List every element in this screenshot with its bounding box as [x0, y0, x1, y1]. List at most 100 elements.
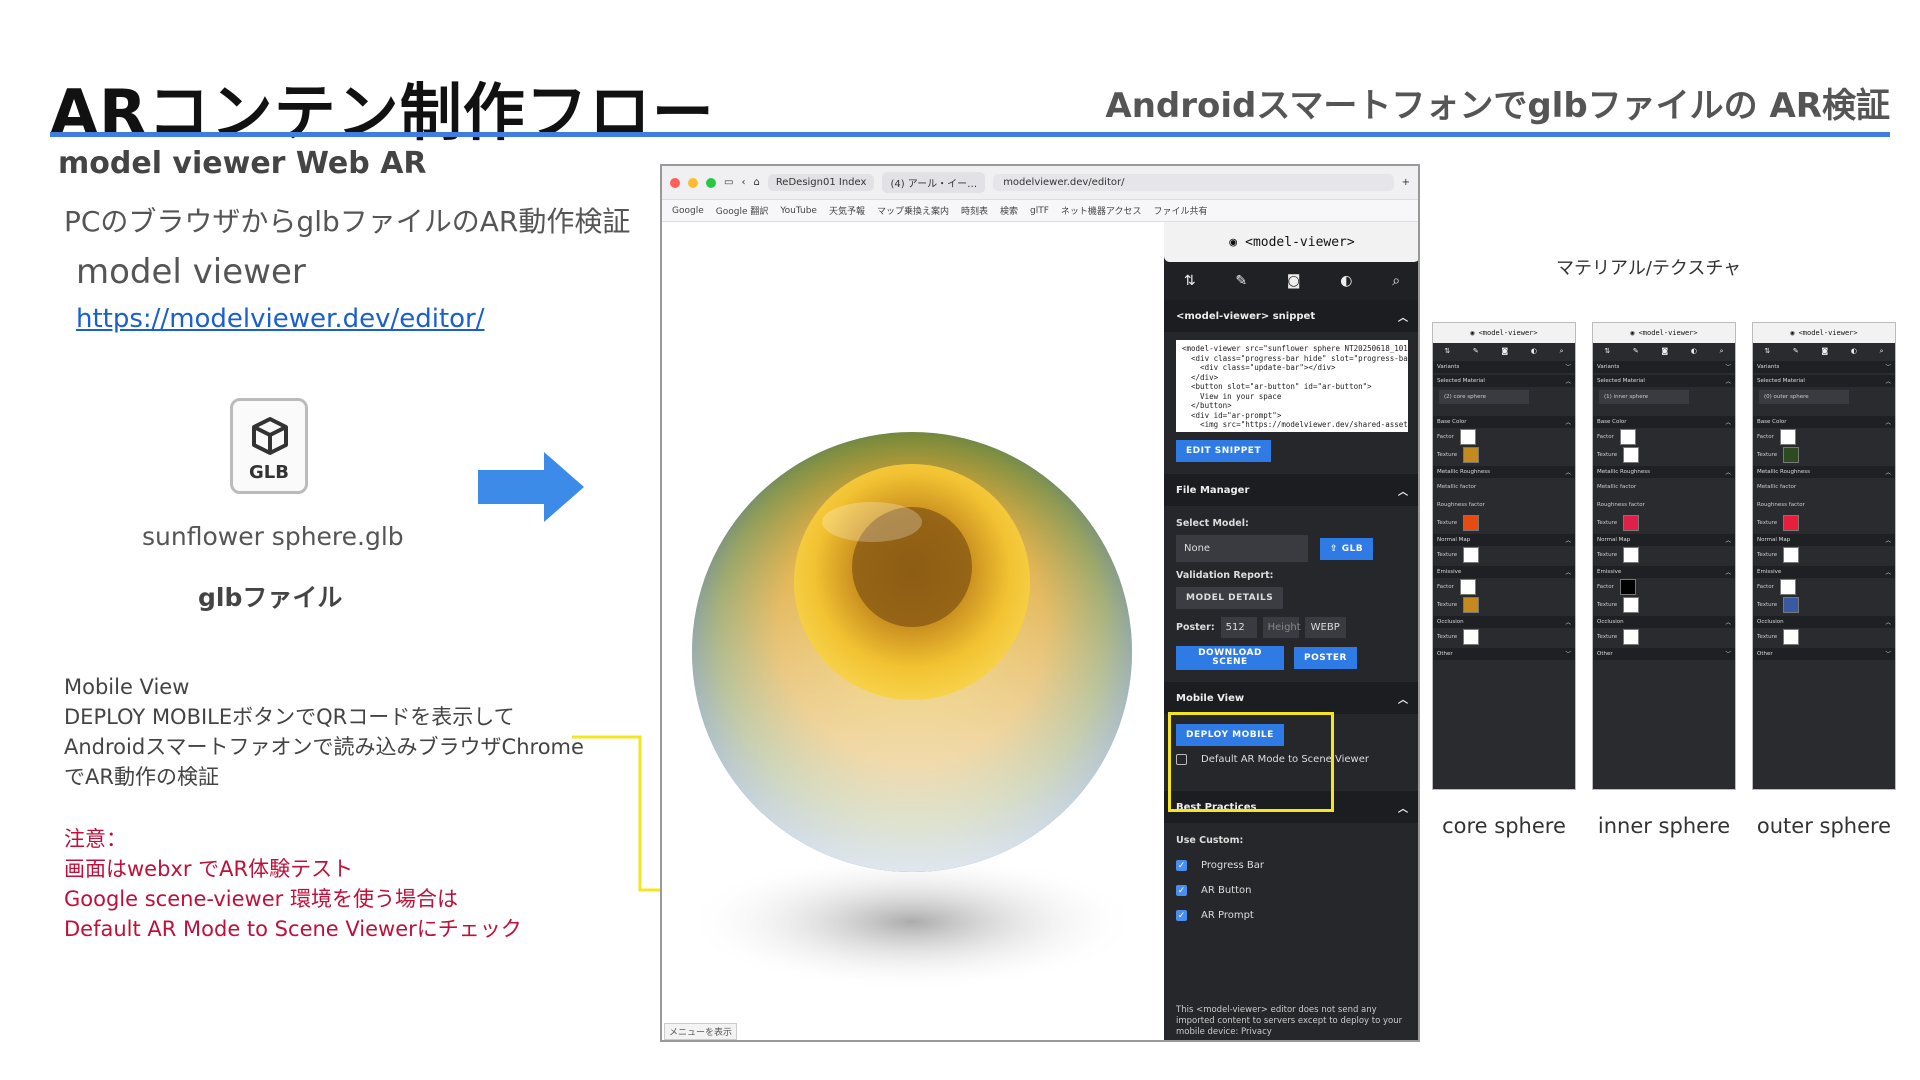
progress-bar-checkbox[interactable]: ✓ — [1176, 860, 1187, 871]
bookmark[interactable]: 時刻表 — [961, 204, 988, 217]
metallic-roughness-section[interactable]: Metallic Roughness ︿ — [1753, 466, 1895, 478]
emissive-texture-swatch[interactable] — [1623, 597, 1640, 613]
new-tab-icon[interactable]: + — [1402, 177, 1410, 188]
normal-map-section[interactable]: Normal Map ︿ — [1753, 534, 1895, 546]
mr-texture-swatch[interactable] — [1463, 515, 1480, 531]
material-select[interactable]: (0) outer sphere — [1759, 390, 1849, 404]
normal-map-section[interactable]: Normal Map ︿ — [1593, 534, 1735, 546]
glb-upload-button[interactable]: ⇪ GLB — [1320, 537, 1374, 560]
base-factor-swatch[interactable] — [1619, 429, 1636, 445]
metallic-roughness-section[interactable]: Metallic Roughness ︿ — [1433, 466, 1575, 478]
tab-edit-icon[interactable]: ⇅ — [1604, 347, 1610, 355]
file-manager-section-header[interactable]: File Manager ︿ — [1164, 474, 1418, 506]
base-texture-swatch[interactable] — [1783, 447, 1800, 463]
other-section[interactable]: Other ﹀ — [1433, 648, 1575, 660]
tab-palette-icon[interactable]: ◐ — [1340, 273, 1352, 289]
tab-search-icon[interactable]: ⌕ — [1880, 347, 1884, 356]
snippet-textarea[interactable]: <model-viewer src="sunflower sphere NT20… — [1176, 340, 1408, 432]
material-select[interactable]: (1) inner sphere — [1599, 390, 1689, 404]
maximize-window-button[interactable] — [706, 177, 716, 188]
selected-material-section[interactable]: Selected Material ︿ — [1433, 375, 1575, 387]
tab-edit-icon[interactable]: ⇅ — [1184, 273, 1196, 289]
bookmark[interactable]: ファイル共有 — [1153, 204, 1207, 217]
emissive-section[interactable]: Emissive ︿ — [1433, 566, 1575, 578]
back-icon[interactable]: ‹ — [741, 177, 745, 188]
bookmark[interactable]: YouTube — [780, 206, 817, 216]
base-texture-swatch[interactable] — [1623, 447, 1640, 463]
emissive-section[interactable]: Emissive ︿ — [1753, 566, 1895, 578]
tab-pencil-icon[interactable]: ✎ — [1633, 347, 1639, 355]
model-details-button[interactable]: MODEL DETAILS — [1176, 587, 1284, 609]
occlusion-texture-swatch[interactable] — [1463, 629, 1480, 645]
tab-pencil-icon[interactable]: ✎ — [1793, 347, 1799, 355]
emissive-factor-swatch[interactable] — [1619, 579, 1636, 595]
bookmark[interactable]: 天気予報 — [829, 204, 865, 217]
metallic-roughness-section[interactable]: Metallic Roughness ︿ — [1593, 466, 1735, 478]
tab-pencil-icon[interactable]: ✎ — [1235, 273, 1247, 289]
base-color-section[interactable]: Base Color ︿ — [1753, 416, 1895, 428]
edit-snippet-button[interactable]: EDIT SNIPPET — [1176, 440, 1272, 462]
tab-camera-icon[interactable]: ◙ — [1661, 347, 1668, 355]
bookmark[interactable]: ネット機器アクセス — [1061, 204, 1142, 217]
ar-button-checkbox[interactable]: ✓ — [1176, 885, 1187, 896]
mobile-view-section-header[interactable]: Mobile View ︿ — [1164, 682, 1418, 714]
tab-pencil-icon[interactable]: ✎ — [1473, 347, 1479, 355]
selected-material-section[interactable]: Selected Material ︿ — [1593, 375, 1735, 387]
occlusion-texture-swatch[interactable] — [1783, 629, 1800, 645]
other-section[interactable]: Other ﹀ — [1593, 648, 1735, 660]
emissive-texture-swatch[interactable] — [1463, 597, 1480, 613]
bookmark[interactable]: 検索 — [1000, 204, 1018, 217]
poster-button[interactable]: POSTER — [1294, 647, 1357, 669]
mr-texture-swatch[interactable] — [1623, 515, 1640, 531]
tab-search-icon[interactable]: ⌕ — [1720, 347, 1724, 356]
emissive-factor-swatch[interactable] — [1779, 579, 1796, 595]
tab-edit-icon[interactable]: ⇅ — [1444, 347, 1450, 355]
ar-prompt-checkbox[interactable]: ✓ — [1176, 910, 1187, 921]
variants-section[interactable]: Variants ﹀ — [1593, 361, 1735, 373]
normal-map-section[interactable]: Normal Map ︿ — [1433, 534, 1575, 546]
variants-section[interactable]: Variants ﹀ — [1753, 361, 1895, 373]
occlusion-section[interactable]: Occlusion ︿ — [1753, 616, 1895, 628]
bookmark[interactable]: glTF — [1030, 206, 1049, 216]
poster-height-input[interactable]: Height — [1262, 617, 1301, 638]
tab-palette-icon[interactable]: ◐ — [1851, 347, 1857, 355]
show-menu-button[interactable]: メニューを表示 — [664, 1023, 738, 1040]
occlusion-section[interactable]: Occlusion ︿ — [1593, 616, 1735, 628]
home-icon[interactable]: ⌂ — [753, 177, 759, 188]
sidebar-icon[interactable]: ▭ — [724, 177, 733, 188]
emissive-section[interactable]: Emissive ︿ — [1593, 566, 1735, 578]
base-factor-swatch[interactable] — [1779, 429, 1796, 445]
tab-palette-icon[interactable]: ◐ — [1691, 347, 1697, 355]
tab-edit-icon[interactable]: ⇅ — [1764, 347, 1770, 355]
base-color-section[interactable]: Base Color ︿ — [1433, 416, 1575, 428]
mr-texture-swatch[interactable] — [1783, 515, 1800, 531]
download-scene-button[interactable]: DOWNLOAD SCENE — [1176, 646, 1284, 670]
poster-width-input[interactable]: 512 — [1220, 617, 1257, 638]
snippet-section-header[interactable]: <model-viewer> snippet ︿ — [1164, 300, 1418, 332]
bookmark[interactable]: Google 翻訳 — [716, 204, 769, 217]
poster-format-select[interactable]: WEBP — [1304, 617, 1346, 638]
minimize-window-button[interactable] — [688, 177, 698, 188]
tab-are[interactable]: (4) アール・イー… — [882, 172, 986, 193]
close-window-button[interactable] — [670, 177, 680, 188]
bookmark[interactable]: マップ乗換え案内 — [877, 204, 949, 217]
variants-section[interactable]: Variants ﹀ — [1433, 361, 1575, 373]
normal-texture-swatch[interactable] — [1463, 547, 1480, 563]
tab-camera-icon[interactable]: ◙ — [1287, 273, 1301, 289]
material-select[interactable]: (2) core sphere — [1439, 390, 1529, 404]
base-texture-swatch[interactable] — [1463, 447, 1480, 463]
emissive-factor-swatch[interactable] — [1459, 579, 1476, 595]
base-factor-swatch[interactable] — [1459, 429, 1476, 445]
model-select[interactable]: None — [1176, 535, 1308, 562]
model-viewport[interactable]: メニューを表示 — [662, 222, 1164, 1040]
bookmark[interactable]: Google — [672, 206, 704, 216]
normal-texture-swatch[interactable] — [1783, 547, 1800, 563]
normal-texture-swatch[interactable] — [1623, 547, 1640, 563]
tab-palette-icon[interactable]: ◐ — [1531, 347, 1537, 355]
occlusion-texture-swatch[interactable] — [1623, 629, 1640, 645]
occlusion-section[interactable]: Occlusion ︿ — [1433, 616, 1575, 628]
tab-redesign[interactable]: ReDesign01 Index — [767, 174, 875, 191]
tab-camera-icon[interactable]: ◙ — [1501, 347, 1508, 355]
emissive-texture-swatch[interactable] — [1783, 597, 1800, 613]
tab-search-icon[interactable]: ⌕ — [1560, 347, 1564, 356]
